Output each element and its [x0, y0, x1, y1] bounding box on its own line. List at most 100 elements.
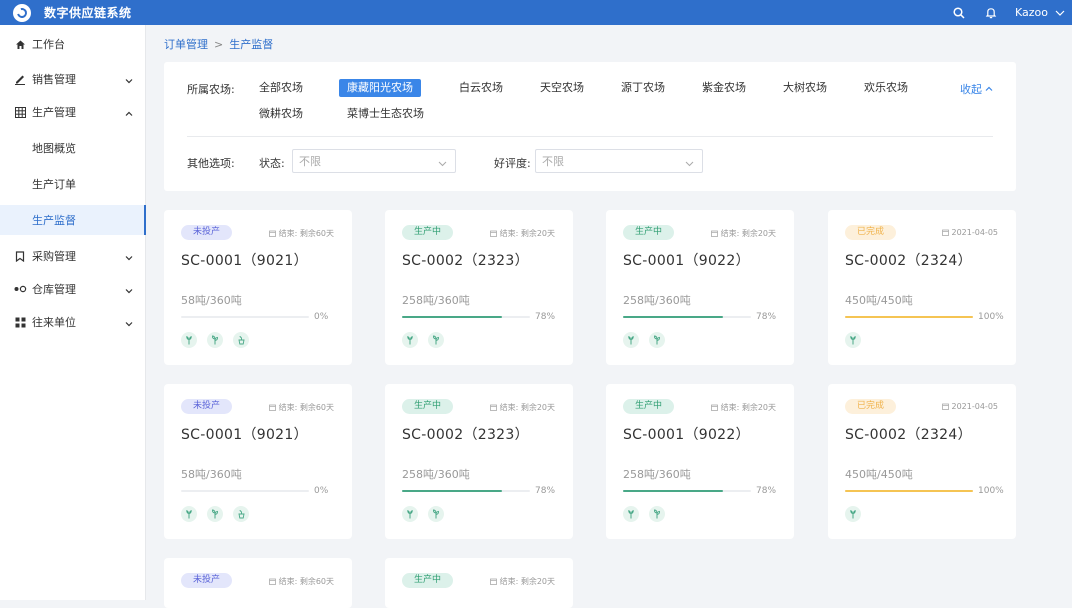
progress-bar — [402, 316, 530, 318]
sidebar-item-sales[interactable]: 销售管理 — [0, 64, 146, 94]
sprout-icon[interactable] — [207, 332, 223, 348]
status-badge: 已完成 — [845, 225, 897, 240]
filter-panel: 所属农场: 全部农场 康藏阳光农场 白云农场 天空农场 源丁农场 紫金农场 大树… — [164, 62, 1016, 191]
order-card[interactable]: 生产中 结束: 剩余20天 SC-0002（2323） 258吨/360吨 78% — [385, 210, 573, 365]
farm-option[interactable]: 全部农场 — [251, 79, 311, 97]
sidebar-item-label: 生产监督 — [32, 214, 76, 227]
card-tools — [845, 506, 871, 522]
seedling-icon[interactable] — [845, 332, 861, 348]
chevron-down-icon — [125, 74, 133, 87]
farm-option-active[interactable]: 康藏阳光农场 — [339, 79, 421, 97]
seedling-icon[interactable] — [623, 506, 639, 522]
progress-percent: 0% — [314, 486, 329, 496]
farm-option[interactable]: 菜博士生态农场 — [339, 105, 432, 123]
farm-option[interactable]: 白云农场 — [451, 79, 511, 97]
sprout-icon[interactable] — [649, 332, 665, 348]
order-card[interactable]: 生产中 结束: 剩余20天 SC-0001（9022） 258吨/360吨 78% — [606, 384, 794, 539]
order-card[interactable]: 已完成 2021-04-05 SC-0002（2324） 450吨/450吨 100% — [828, 384, 1016, 539]
order-card[interactable]: 生产中 结束: 剩余20天 SC-0002（2323） 258吨/360吨 78% — [385, 384, 573, 539]
status-badge: 生产中 — [402, 399, 454, 414]
sidebar-subitem-production-orders[interactable]: 生产订单 — [0, 169, 146, 199]
sidebar-item-label: 地图概览 — [32, 142, 76, 155]
order-weight: 58吨/360吨 — [181, 468, 242, 481]
status-badge: 未投产 — [181, 573, 233, 588]
user-name[interactable]: Kazoo — [1015, 6, 1048, 19]
bell-icon[interactable] — [975, 0, 1007, 25]
progress-percent: 100% — [978, 312, 1004, 322]
farm-option[interactable]: 大树农场 — [775, 79, 835, 97]
sidebar-item-purchasing[interactable]: 采购管理 — [0, 241, 146, 271]
card-tools — [181, 332, 259, 348]
search-icon[interactable] — [943, 0, 975, 25]
farm-option[interactable]: 天空农场 — [532, 79, 592, 97]
chevron-down-icon — [685, 157, 694, 170]
sidebar-subitem-map-overview[interactable]: 地图概览 — [0, 133, 146, 163]
progress-bar — [181, 490, 309, 492]
card-date: 结束: 剩余20天 — [489, 402, 555, 413]
calendar-icon — [710, 230, 718, 237]
farm-option[interactable]: 欢乐农场 — [856, 79, 916, 97]
status-badge: 生产中 — [623, 225, 675, 240]
progress-bar — [845, 316, 973, 318]
sprout-icon[interactable] — [428, 332, 444, 348]
order-card[interactable]: 生产中 结束: 剩余20天 SC-0001（9022） 258吨/360吨 78% — [606, 210, 794, 365]
seedling-icon[interactable] — [845, 506, 861, 522]
order-card[interactable]: 已完成 2021-04-05 SC-0002（2324） 450吨/450吨 100% — [828, 210, 1016, 365]
chevron-down-icon[interactable] — [1048, 10, 1072, 16]
seedling-icon[interactable] — [402, 332, 418, 348]
order-card[interactable]: 未投产 结束: 剩余60天 SC-0001（9021） 58吨/360吨 0% — [164, 384, 352, 539]
card-date: 结束: 剩余60天 — [268, 228, 334, 239]
status-select-value: 不限 — [299, 155, 321, 168]
card-date-text: 结束: 剩余20天 — [499, 229, 555, 238]
card-date-text: 结束: 剩余60天 — [278, 577, 334, 586]
order-title: SC-0002（2324） — [845, 427, 972, 443]
sidebar-item-workbench[interactable]: 工作台 — [0, 29, 146, 59]
farm-option[interactable]: 微耕农场 — [251, 105, 311, 123]
sprout-icon[interactable] — [649, 506, 665, 522]
order-card[interactable]: 未投产 结束: 剩余60天 SC-0001（9021） 58吨/360吨 0% — [164, 210, 352, 365]
order-weight: 258吨/360吨 — [402, 468, 470, 481]
order-card[interactable]: 未投产 结束: 剩余60天 — [164, 558, 352, 608]
sidebar-item-label: 仓库管理 — [32, 283, 76, 296]
pot-icon[interactable] — [233, 506, 249, 522]
warehouse-icon — [13, 285, 27, 293]
card-tools — [623, 506, 675, 522]
order-title: SC-0002（2323） — [402, 427, 529, 443]
sidebar-subitem-production-supervision[interactable]: 生产监督 — [0, 205, 146, 235]
apps-icon — [13, 317, 27, 328]
progress-bar — [623, 490, 751, 492]
seedling-icon[interactable] — [181, 506, 197, 522]
sprout-icon[interactable] — [207, 506, 223, 522]
order-weight: 258吨/360吨 — [623, 294, 691, 307]
farm-filter-label: 所属农场: — [187, 83, 235, 96]
sidebar: 工作台 销售管理 生产管理 地图概览 生产订单 生产监督 采购管理 仓库管理 往… — [0, 25, 146, 600]
sidebar-item-production[interactable]: 生产管理 — [0, 97, 146, 127]
calendar-icon — [941, 403, 949, 410]
farm-option[interactable]: 紫金农场 — [694, 79, 754, 97]
rating-select[interactable]: 不限 — [535, 149, 703, 173]
sidebar-item-partners[interactable]: 往来单位 — [0, 307, 146, 337]
calendar-icon — [268, 404, 276, 411]
seedling-icon[interactable] — [402, 506, 418, 522]
calendar-icon — [710, 404, 718, 411]
progress-bar-fill — [623, 490, 723, 492]
farm-option[interactable]: 源丁农场 — [613, 79, 673, 97]
sidebar-item-label: 生产管理 — [32, 106, 76, 119]
seedling-icon[interactable] — [623, 332, 639, 348]
progress-percent: 78% — [535, 312, 556, 322]
card-tools — [402, 332, 454, 348]
order-card[interactable]: 生产中 结束: 剩余20天 — [385, 558, 573, 608]
breadcrumb-parent[interactable]: 订单管理 — [164, 36, 208, 52]
sprout-icon[interactable] — [428, 506, 444, 522]
calendar-icon — [268, 230, 276, 237]
chevron-down-icon — [125, 251, 133, 264]
sidebar-item-warehouse[interactable]: 仓库管理 — [0, 274, 146, 304]
collapse-label: 收起 — [960, 83, 982, 96]
card-date: 2021-04-05 — [941, 228, 998, 237]
seedling-icon[interactable] — [181, 332, 197, 348]
bookmark-icon — [13, 250, 27, 262]
pot-icon[interactable] — [233, 332, 249, 348]
collapse-button[interactable]: 收起 — [960, 81, 993, 97]
progress-bar — [181, 316, 309, 318]
status-select[interactable]: 不限 — [292, 149, 456, 173]
